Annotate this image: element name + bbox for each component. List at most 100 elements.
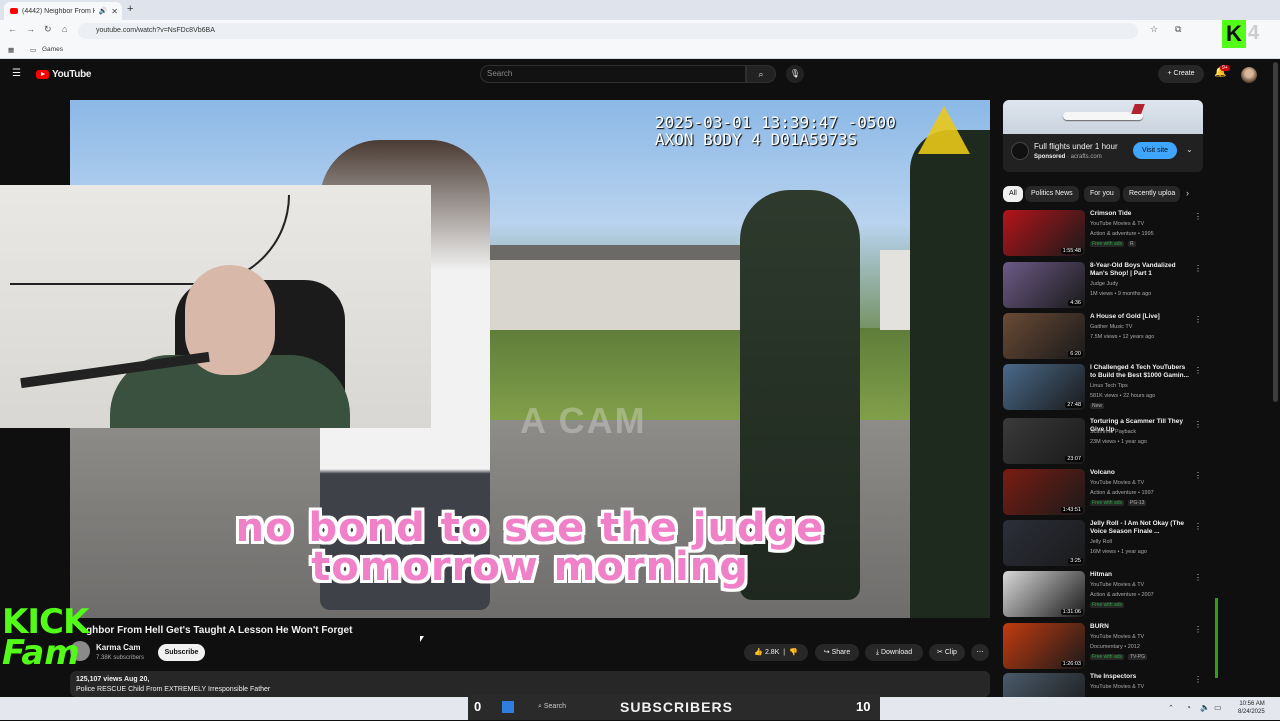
video-thumbnail[interactable]: 1:43:51: [1003, 469, 1085, 515]
back-icon[interactable]: ←: [8, 24, 17, 34]
more-vertical-icon[interactable]: ⋮: [1194, 264, 1202, 273]
video-thumbnail[interactable]: 1:26:03: [1003, 623, 1085, 669]
video-duration: 4:36: [1068, 300, 1083, 306]
video-thumbnail[interactable]: 23:07: [1003, 418, 1085, 464]
more-vertical-icon[interactable]: ⋮: [1194, 625, 1202, 634]
apps-grid-icon[interactable]: ▦: [8, 46, 14, 54]
sponsored-ad-card[interactable]: Full flights under 1 hour Sponsored · ac…: [1003, 100, 1203, 172]
subscribe-button[interactable]: Subscribe: [158, 644, 205, 661]
recommendation-title[interactable]: A House of Gold [Live]: [1090, 313, 1192, 321]
video-thumbnail[interactable]: 27:48: [1003, 364, 1085, 410]
create-button[interactable]: + Create: [1158, 65, 1204, 83]
thumbs-down-icon[interactable]: 👎: [789, 649, 798, 656]
recommendation-item[interactable]: 1:55:48 Crimson Tide YouTube Movies & TV Ac…: [1003, 210, 1203, 258]
search-input[interactable]: Search: [480, 65, 746, 83]
windows-start-icon[interactable]: [502, 701, 514, 713]
more-vertical-icon[interactable]: ⋮: [1194, 573, 1202, 582]
visit-site-button[interactable]: Visit site: [1133, 142, 1177, 159]
chip-for-you[interactable]: For you: [1084, 186, 1120, 202]
logo-text: YouTube: [52, 69, 92, 80]
recommendation-channel[interactable]: Linus Tech Tips: [1090, 383, 1128, 389]
recommendation-item[interactable]: 27:48 I Challenged 4 Tech YouTubers to Bu…: [1003, 364, 1203, 412]
channel-watermark: A CAM: [520, 400, 647, 441]
chevron-down-icon[interactable]: ⌄: [1186, 145, 1193, 154]
recommendation-item[interactable]: 1:31:06 Hitman YouTube Movies & TV Action &…: [1003, 571, 1203, 619]
recommendation-item[interactable]: 1:43:51 Volcano YouTube Movies & TV Action …: [1003, 469, 1203, 517]
menu-icon[interactable]: ☰: [12, 68, 21, 79]
search-button[interactable]: ⌕: [746, 65, 776, 83]
channel-name[interactable]: Karma Cam: [96, 643, 140, 652]
bookmark-games[interactable]: Games: [42, 46, 63, 53]
forward-icon[interactable]: →: [26, 24, 35, 34]
like-dislike-buttons[interactable]: 👍 2.8K | 👎: [744, 644, 808, 661]
video-thumbnail[interactable]: 6:20: [1003, 313, 1085, 359]
recommendation-channel[interactable]: Jelly Roll: [1090, 539, 1112, 545]
page-scrollbar[interactable]: [1273, 62, 1278, 402]
taskbar-search[interactable]: ⌕ Search: [538, 703, 566, 711]
account-avatar[interactable]: [1241, 67, 1257, 83]
video-duration: 1:31:06: [1060, 609, 1083, 615]
chevron-right-icon[interactable]: ›: [1186, 188, 1189, 198]
more-actions-button[interactable]: ⋯: [971, 644, 989, 661]
recommendation-title[interactable]: The Inspectors: [1090, 673, 1192, 681]
video-thumbnail[interactable]: 1:31:06: [1003, 571, 1085, 617]
tray-chevron-icon[interactable]: ⌃: [1168, 704, 1174, 712]
kick-logo-line-2: Fam: [2, 632, 80, 673]
recommendation-channel[interactable]: Scammer Payback: [1090, 429, 1136, 435]
recommendation-title[interactable]: Jelly Roll - I Am Not Okay (The Voice Se…: [1090, 520, 1192, 536]
recommendation-channel[interactable]: Judge Judy: [1090, 281, 1118, 287]
extensions-icon[interactable]: ⧉: [1175, 24, 1181, 35]
recommendation-channel[interactable]: YouTube Movies & TV: [1090, 634, 1144, 640]
recommendation-title[interactable]: BURN: [1090, 623, 1192, 631]
more-vertical-icon[interactable]: ⋮: [1194, 675, 1202, 684]
recommendation-title[interactable]: Hitman: [1090, 571, 1192, 579]
recommendation-channel[interactable]: YouTube Movies & TV: [1090, 582, 1144, 588]
video-thumbnail[interactable]: 3:25: [1003, 520, 1085, 566]
youtube-logo[interactable]: YouTube: [36, 69, 92, 80]
volume-icon[interactable]: 🔈: [1200, 703, 1210, 712]
chip-all[interactable]: All: [1003, 186, 1023, 202]
new-tab-icon[interactable]: +: [127, 3, 133, 15]
recommendation-channel[interactable]: YouTube Movies & TV: [1090, 221, 1144, 227]
more-vertical-icon[interactable]: ⋮: [1194, 471, 1202, 480]
bookmark-star-icon[interactable]: ☆: [1150, 24, 1158, 35]
clock-date: 8/24/2025: [1238, 709, 1265, 715]
reload-icon[interactable]: ↻: [44, 24, 52, 35]
more-vertical-icon[interactable]: ⋮: [1194, 315, 1202, 324]
clip-button[interactable]: ✂ Clip: [929, 644, 965, 661]
streamer-webcam-overlay: [0, 185, 431, 428]
thumbs-up-icon[interactable]: 👍: [754, 649, 763, 656]
recommendation-channel[interactable]: Gaither Music TV: [1090, 324, 1132, 330]
recommendation-channel[interactable]: YouTube Movies & TV: [1090, 684, 1144, 690]
more-vertical-icon[interactable]: ⋮: [1194, 212, 1202, 221]
recommendation-item[interactable]: 6:20 A House of Gold [Live] Gaither Music …: [1003, 313, 1203, 361]
wifi-icon[interactable]: ◔: [1186, 703, 1191, 712]
more-vertical-icon[interactable]: ⋮: [1194, 366, 1202, 375]
chip-recently-uploaded[interactable]: Recently uploa: [1123, 186, 1180, 202]
recommendation-title[interactable]: I Challenged 4 Tech YouTubers to Build t…: [1090, 364, 1192, 380]
recommendation-title[interactable]: Volcano: [1090, 469, 1192, 477]
video-thumbnail[interactable]: 1:55:48: [1003, 210, 1085, 256]
recommendation-item[interactable]: 23:07 Torturing a Scammer Till They Give …: [1003, 418, 1203, 466]
home-icon[interactable]: ⌂: [62, 24, 67, 34]
url-field[interactable]: youtube.com/watch?v=NsFDc8Vb6BA: [78, 23, 1138, 39]
recommendation-title[interactable]: Crimson Tide: [1090, 210, 1192, 218]
more-vertical-icon[interactable]: ⋮: [1194, 522, 1202, 531]
description-box[interactable]: 125,107 views Aug 20, Police RESCUE Chil…: [70, 671, 990, 697]
browser-tab[interactable]: (4442) Neighbor From Hell 🔊 ✕: [4, 2, 122, 20]
recommendation-item[interactable]: 4:36 8-Year-Old Boys Vandalized Man's Sho…: [1003, 262, 1203, 310]
share-button[interactable]: ↪ Share: [815, 644, 859, 661]
chip-politics-news[interactable]: Politics News: [1025, 186, 1079, 202]
recommendation-item[interactable]: 1:26:03 BURN YouTube Movies & TV Documentar…: [1003, 623, 1203, 671]
video-thumbnail[interactable]: 4:36: [1003, 262, 1085, 308]
taskbar-subscribers-overlay: 0 ⌕ Search SUBSCRIBERS 10: [468, 695, 880, 720]
recommendation-channel[interactable]: YouTube Movies & TV: [1090, 480, 1144, 486]
close-tab-icon[interactable]: ✕: [111, 7, 118, 16]
recommendation-item[interactable]: 3:25 Jelly Roll - I Am Not Okay (The Voic…: [1003, 520, 1203, 568]
voice-search-button[interactable]: 🎙: [786, 65, 804, 83]
download-button[interactable]: ⤓ Download: [865, 644, 923, 661]
battery-icon[interactable]: ▭: [1214, 703, 1222, 712]
recommendation-title[interactable]: 8-Year-Old Boys Vandalized Man's Shop! |…: [1090, 262, 1192, 278]
taskbar-clock[interactable]: 10:56 AM 8/24/2025: [1238, 700, 1265, 716]
more-vertical-icon[interactable]: ⋮: [1194, 420, 1202, 429]
